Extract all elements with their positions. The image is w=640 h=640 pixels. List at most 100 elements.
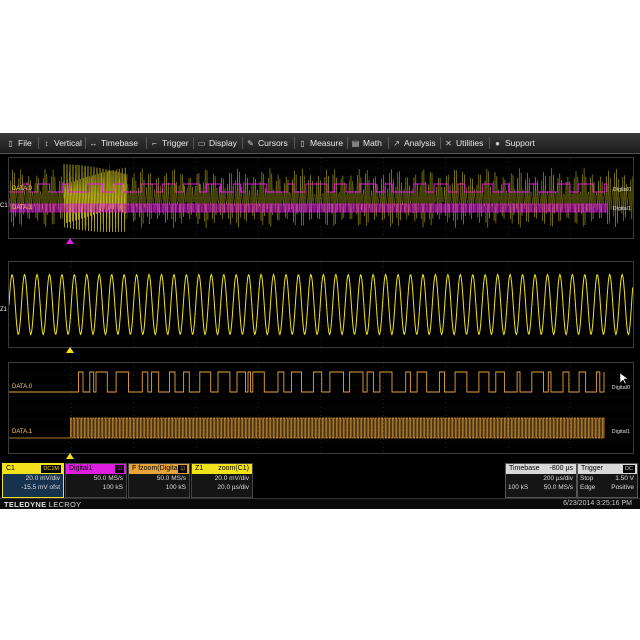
c1-offset: -15.5 mV ofst (21, 484, 60, 491)
c1-channel-marker[interactable]: C1 (0, 203, 8, 209)
menu-separator (388, 137, 389, 149)
status-bar: TELEDYNE LECROY 6/23/2014 3:25:16 PM (0, 498, 640, 509)
menu-label: Display (209, 138, 237, 148)
z1-title: Z1 (195, 465, 204, 472)
menu-label: Math (363, 138, 382, 148)
digital1-badge-icon: ⊡ (115, 465, 124, 473)
menu-label: File (18, 138, 32, 148)
menu-separator (85, 137, 86, 149)
trigger-position-marker[interactable] (66, 453, 74, 459)
trigger-type: Edge (580, 484, 596, 491)
overview-traces (9, 158, 633, 238)
z1-channel-marker[interactable]: Z1 (0, 307, 7, 313)
zoom-digital0-tag: Digital0 (611, 385, 630, 391)
menu-label: Vertical (54, 138, 82, 148)
trigger-descriptor[interactable]: Trigger DC Stop 1.50 V Edge Positive (577, 463, 638, 498)
menu-separator (489, 137, 490, 149)
trigger-position-marker[interactable] (66, 347, 74, 353)
timebase-title: Timebase (509, 465, 540, 472)
zoom-digital1-tag: Digital1 (611, 429, 630, 435)
menu-label: Cursors (258, 138, 288, 148)
trigger-position-marker[interactable] (66, 238, 74, 244)
menu-label: Support (505, 138, 535, 148)
menu-utilities[interactable]: ✕ Utilities (444, 136, 483, 150)
menu-separator (146, 137, 147, 149)
date-time: 6/23/2014 3:25:16 PM (563, 500, 632, 507)
digital1-sample-rate: 50.0 MS/s (93, 475, 123, 482)
graticule (9, 363, 633, 453)
zoom-grid[interactable] (8, 261, 634, 348)
menu-separator (38, 137, 39, 149)
c1-volts-div: 20.0 mV/div (25, 475, 60, 482)
zoom-data0-trace (9, 371, 605, 393)
trigger-icon: ⌐ (152, 139, 157, 148)
menu-bar: ▯ File ↕ Vertical ↔ Timebase ⌐ Trigger ▭ Display ✎… (0, 133, 640, 154)
timebase-delay: -800 µs (549, 465, 574, 472)
cursors-icon: ✎ (247, 139, 254, 148)
oscilloscope-screen: ▯ File ↕ Vertical ↔ Timebase ⌐ Trigger ▭ Display ✎… (0, 133, 640, 509)
z1-time-div: 20.0 µs/div (217, 484, 249, 491)
menu-support[interactable]: ● Support (493, 136, 535, 150)
menu-math[interactable]: ▤ Math (351, 136, 382, 150)
timebase-sample-rate: 50.0 MS/s (543, 484, 573, 491)
menu-label: Timebase (101, 138, 139, 148)
trigger-coupling-badge: DC (623, 465, 635, 473)
timebase-time-div: 200 µs/div (543, 475, 573, 482)
z1-sine-trace (9, 273, 633, 336)
menu-display[interactable]: ▭ Display (197, 136, 237, 150)
trigger-mode: Stop (580, 475, 594, 482)
menu-measure[interactable]: ▯ Measure (298, 136, 343, 150)
math-icon: ▤ (351, 139, 360, 148)
menu-label: Measure (310, 138, 344, 148)
timebase-descriptor[interactable]: Timebase -800 µs 200 µs/div 100 kS 50.0 … (505, 463, 577, 498)
fzoom-badge-icon: ⊡ (178, 465, 187, 473)
c1-coupling-badge: DC1M (41, 465, 61, 473)
timebase-samples: 100 kS (508, 484, 529, 491)
fzoom-title: F fzoom(Digita (132, 465, 178, 472)
trigger-slope: Positive (611, 484, 634, 491)
menu-separator (347, 137, 348, 149)
data1-trace (9, 203, 608, 213)
timebase-icon: ↔ (89, 139, 98, 148)
menu-label: Trigger (162, 138, 189, 148)
digital0-tag: Digital0 (612, 187, 631, 193)
zoom-lane-label-data0: DATA.0 (12, 384, 33, 390)
descriptor-bar: C1 DC1M 20.0 mV/div -15.5 mV ofst Digita… (0, 462, 640, 498)
overview-grid[interactable]: DATA.0 DATA.1 Digital0 Digital1 (8, 157, 634, 239)
z1-volts-div: 20.0 mV/div (214, 475, 249, 482)
fzoom-descriptor[interactable]: F fzoom(Digita ⊡ 50.0 MS/s 100 kS (128, 463, 190, 498)
trigger-level: 1.50 V (615, 475, 634, 482)
menu-timebase[interactable]: ↔ Timebase (89, 136, 139, 150)
digital1-title: Digital1 (69, 465, 93, 472)
menu-label: Analysis (404, 138, 436, 148)
c1-descriptor[interactable]: C1 DC1M 20.0 mV/div -15.5 mV ofst (2, 463, 64, 498)
support-icon: ● (495, 139, 500, 148)
lane-label-data1: DATA.1 (12, 205, 33, 211)
menu-trigger[interactable]: ⌐ Trigger (150, 136, 189, 150)
trigger-title: Trigger (581, 465, 603, 472)
mouse-pointer-icon (620, 373, 629, 385)
brand-logo: TELEDYNE LECROY (4, 500, 82, 509)
digital1-tag: Digital1 (612, 206, 631, 212)
z1-source: zoom(C1) (218, 465, 249, 472)
digital-zoom-traces (9, 363, 633, 453)
z1-descriptor[interactable]: Z1 zoom(C1) 20.0 mV/div 20.0 µs/div (191, 463, 253, 498)
menu-separator (440, 137, 441, 149)
fzoom-sample-rate: 50.0 MS/s (156, 475, 186, 482)
file-icon: ▯ (8, 139, 13, 148)
c1-title: C1 (6, 465, 15, 472)
zoom-lane-label-data1: DATA.1 (12, 429, 33, 435)
menu-analysis[interactable]: ↗ Analysis (392, 136, 436, 150)
analysis-icon: ↗ (393, 139, 400, 148)
display-icon: ▭ (197, 139, 206, 148)
menu-vertical[interactable]: ↕ Vertical (42, 136, 82, 150)
menu-separator (242, 137, 243, 149)
digital-zoom-grid[interactable]: DATA.0 DATA.1 Digital0 Digital1 (8, 362, 634, 454)
menu-cursors[interactable]: ✎ Cursors (246, 136, 288, 150)
utilities-icon: ✕ (445, 139, 452, 148)
menu-file[interactable]: ▯ File (6, 136, 32, 150)
measure-icon: ▯ (300, 139, 305, 148)
digital1-descriptor[interactable]: Digital1 ⊡ 50.0 MS/s 100 kS (65, 463, 127, 498)
digital1-samples: 100 kS (102, 484, 123, 491)
menu-separator (294, 137, 295, 149)
